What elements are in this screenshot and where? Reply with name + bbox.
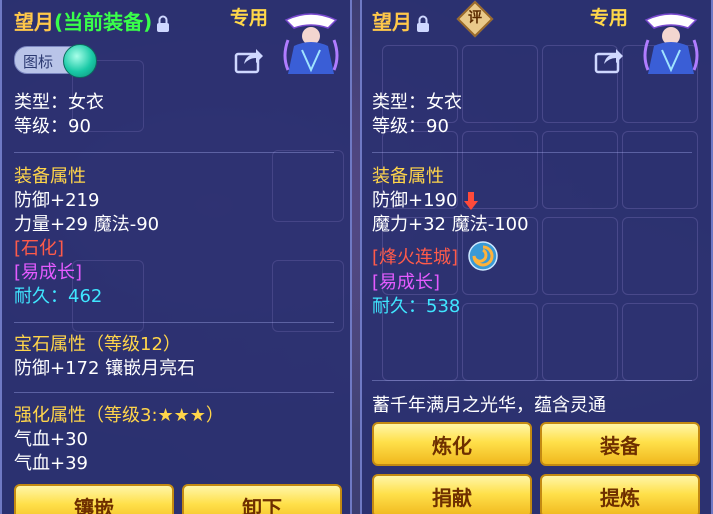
attr-line: 魔力+32 魔法-100 — [372, 214, 529, 235]
toggle-knob — [63, 44, 97, 78]
enhance-line: 气血+39 — [14, 453, 88, 474]
attr-header: 装备属性 — [14, 166, 86, 187]
divider — [14, 152, 334, 153]
item-name: 望月 — [372, 10, 412, 34]
item-name: 望月 — [14, 10, 54, 34]
divider — [14, 322, 334, 323]
divider — [372, 152, 692, 153]
equipped-tag: (当前装备) — [54, 10, 153, 34]
compare-item-panel: 望月 评 专用 类型：女衣 等级：90 装备属性 防御+190 魔力+32 魔法… — [360, 0, 713, 514]
divider — [372, 380, 692, 381]
attr-line: 力量+29 魔法-90 — [14, 214, 160, 235]
extract-button[interactable]: 提炼 — [540, 474, 700, 514]
equipped-item-panel: 望月(当前装备) 专用 图标 类型：女衣 等级：90 装备属性 防御+219 力… — [0, 0, 352, 514]
attr-line: 防御+190 — [372, 190, 479, 212]
swirl-skill-icon[interactable] — [468, 241, 498, 271]
lock-icon — [157, 15, 170, 32]
level-line: 等级：90 — [372, 116, 449, 137]
durability-label: 耐久： — [372, 296, 426, 317]
icon-toggle[interactable]: 图标 — [14, 44, 97, 78]
durability-line: 耐久：538 — [372, 296, 460, 318]
type-line: 类型：女衣 — [14, 92, 104, 113]
inlay-button[interactable]: 镶嵌 — [14, 484, 174, 514]
special-effect-tag: [烽火连城] — [372, 247, 458, 269]
attr-header: 装备属性 — [372, 166, 444, 187]
item-title: 望月(当前装备) — [14, 6, 170, 35]
donate-button[interactable]: 捐献 — [372, 474, 532, 514]
gem-line: 防御+172 镶嵌月亮石 — [14, 358, 196, 379]
growth-tag: [易成长] — [372, 272, 441, 293]
portrait-icon — [283, 13, 339, 74]
durability-value: 462 — [68, 286, 103, 307]
rate-badge-label: 评 — [468, 10, 482, 26]
durability-value: 538 — [426, 296, 461, 317]
equip-button[interactable]: 装备 — [540, 422, 700, 466]
background-inventory — [72, 60, 344, 360]
type-line: 类型：女衣 — [372, 92, 462, 113]
special-effect-tag: [石化] — [14, 238, 65, 259]
gem-header: 宝石属性（等级12） — [14, 334, 181, 355]
special-effect-label: [烽火连城] — [372, 247, 459, 268]
attr-value: 防御+190 — [372, 190, 458, 211]
attr-line: 防御+219 — [14, 190, 100, 211]
divider — [14, 392, 334, 393]
durability-label: 耐久： — [14, 286, 68, 307]
portrait-icon — [643, 13, 699, 74]
down-arrow-icon — [464, 192, 479, 210]
item-description: 蓄千年满月之光华，蕴含灵通 — [372, 395, 606, 416]
lock-icon — [417, 15, 429, 32]
durability-line: 耐久：462 — [14, 286, 102, 308]
toggle-label: 图标 — [23, 53, 54, 71]
enhance-header: 强化属性（等级3:★★★） — [14, 405, 224, 426]
enhance-line: 气血+30 — [14, 429, 88, 450]
refine-button[interactable]: 炼化 — [372, 422, 532, 466]
level-line: 等级：90 — [14, 116, 91, 137]
share-icon[interactable] — [594, 46, 624, 74]
unequip-button[interactable]: 卸下 — [182, 484, 342, 514]
growth-tag: [易成长] — [14, 262, 83, 283]
share-icon[interactable] — [234, 46, 264, 74]
item-title: 望月 — [372, 6, 430, 35]
special-badge: 专用 — [590, 7, 629, 29]
special-badge: 专用 — [230, 7, 269, 29]
